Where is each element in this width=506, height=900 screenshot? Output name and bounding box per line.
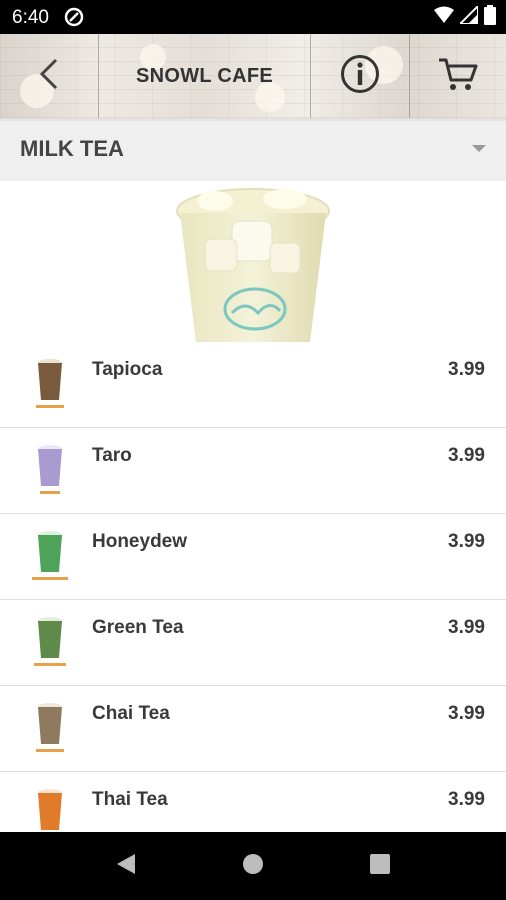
drink-thumbnail: [26, 442, 74, 500]
circle-home-icon: [241, 852, 265, 881]
menu-item-green-tea[interactable]: Green Tea 3.99: [0, 600, 506, 686]
item-name: Honeydew: [92, 531, 188, 552]
nav-home-button[interactable]: [213, 832, 293, 900]
nav-recents-button[interactable]: [340, 832, 420, 900]
menu-item-tapioca[interactable]: Tapioca 3.99: [0, 342, 506, 428]
battery-icon: [484, 4, 496, 30]
item-price: 3.99: [448, 531, 485, 552]
info-button[interactable]: [311, 34, 409, 118]
item-name: Chai Tea: [92, 703, 170, 724]
at-sign-icon: [64, 7, 84, 27]
item-name: Tapioca: [92, 359, 163, 380]
menu-item-chai-tea[interactable]: Chai Tea 3.99: [0, 686, 506, 772]
item-price: 3.99: [448, 359, 485, 380]
drink-thumbnail: [26, 356, 74, 414]
drink-thumbnail: [26, 614, 74, 672]
item-name: Taro: [92, 445, 132, 466]
item-price: 3.99: [448, 703, 485, 724]
chevron-left-icon: [37, 57, 61, 96]
status-bar: 6:40: [0, 0, 506, 34]
info-icon: [340, 54, 380, 99]
milk-tea-cup-image: [176, 188, 330, 342]
signal-icon: [457, 3, 479, 29]
menu-list: Tapioca 3.99 Taro 3.99 Honeydew 3.99 Gre…: [0, 342, 506, 858]
item-name: Thai Tea: [92, 789, 168, 810]
item-name: Green Tea: [92, 617, 184, 638]
cart-icon: [437, 55, 479, 98]
cart-button[interactable]: [410, 34, 506, 118]
item-price: 3.99: [448, 445, 485, 466]
triangle-back-icon: [115, 852, 137, 881]
square-recents-icon: [369, 853, 391, 880]
nav-back-button[interactable]: [86, 832, 166, 900]
back-button[interactable]: [0, 34, 98, 118]
menu-item-taro[interactable]: Taro 3.99: [0, 428, 506, 514]
item-price: 3.99: [448, 617, 485, 638]
system-nav-bar: [0, 832, 506, 900]
hero-image: [0, 181, 506, 342]
category-dropdown[interactable]: MILK TEA: [0, 118, 506, 181]
app-title: SNOWL CAFE: [135, 64, 274, 87]
item-price: 3.99: [448, 789, 485, 810]
menu-item-honeydew[interactable]: Honeydew 3.99: [0, 514, 506, 600]
wifi-icon: [434, 6, 454, 29]
drink-thumbnail: [26, 700, 74, 758]
drink-thumbnail: [26, 528, 74, 586]
category-label: MILK TEA: [20, 136, 124, 161]
status-time: 6:40: [12, 7, 49, 28]
dropdown-arrow-icon: [472, 145, 486, 152]
app-bar: SNOWL CAFE: [0, 34, 506, 118]
